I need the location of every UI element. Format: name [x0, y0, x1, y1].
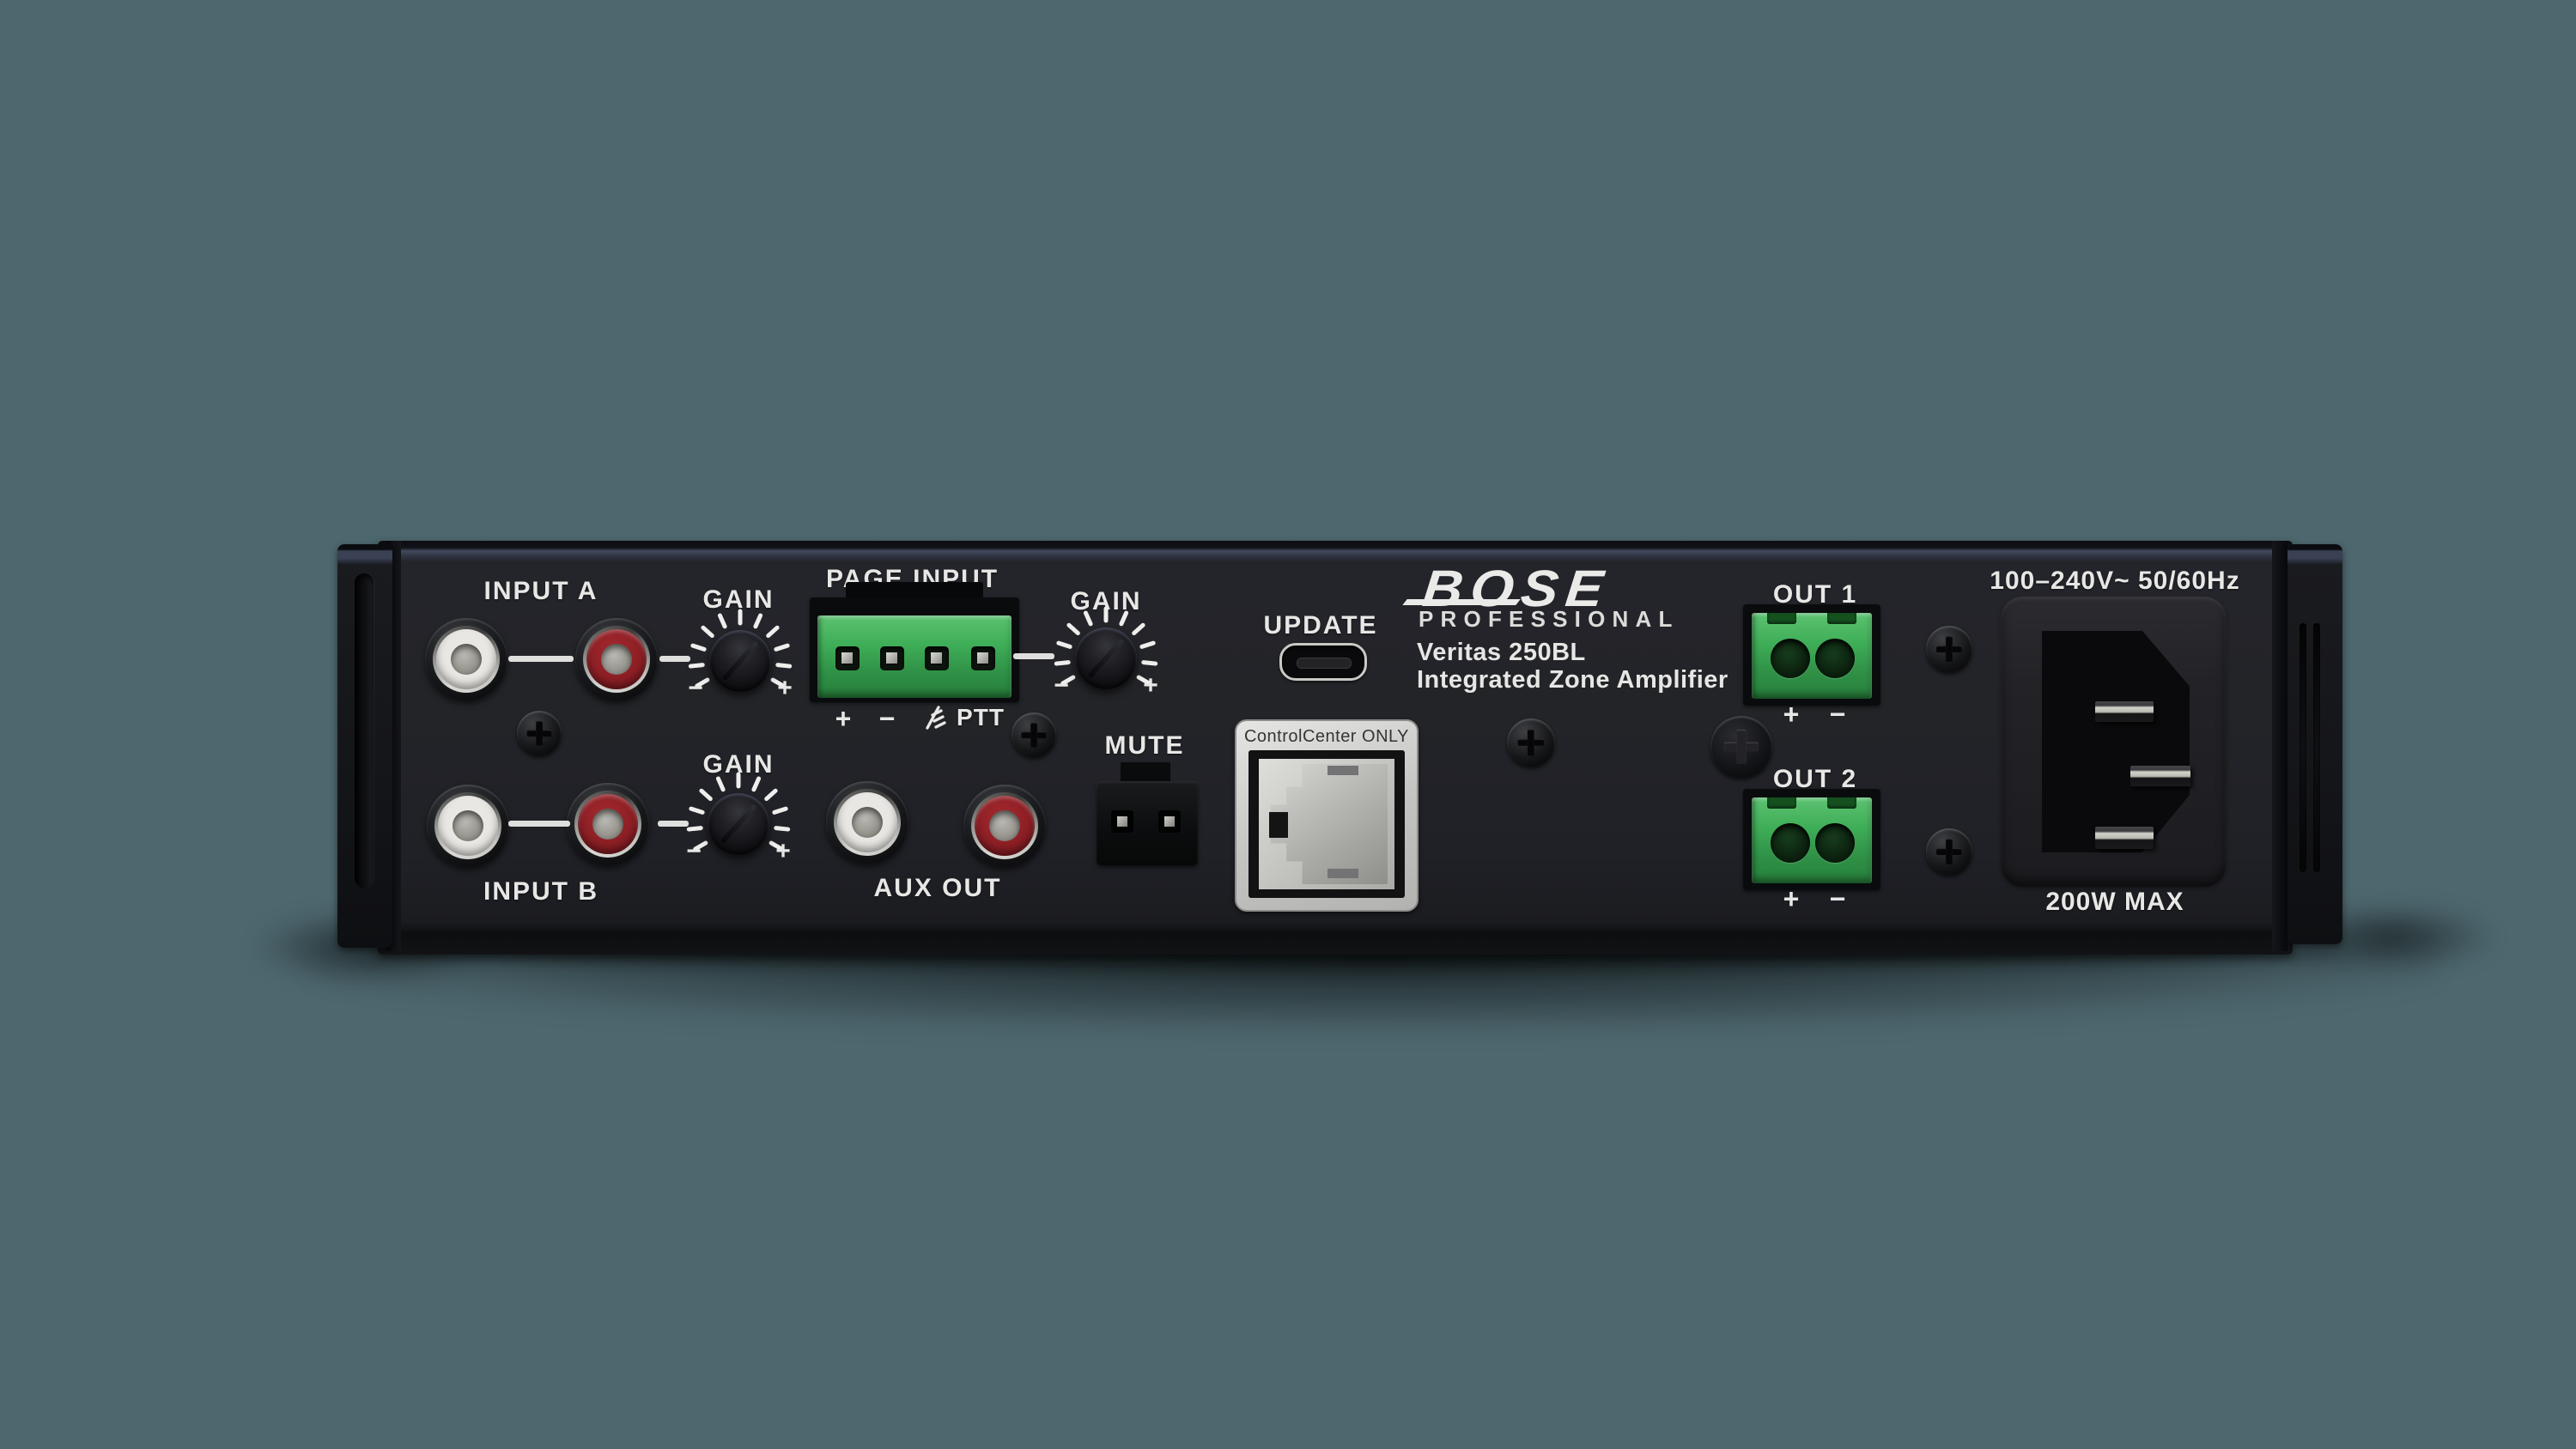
out-2-plus-mark: +	[1774, 883, 1808, 915]
page-input-euroblock	[817, 615, 1012, 698]
rj45-tab	[1327, 766, 1358, 775]
usb-c-slot	[1297, 658, 1352, 669]
terminal-screw	[931, 652, 942, 664]
knob-indicator-slot	[721, 640, 758, 681]
input-b-label: INPUT B	[455, 877, 627, 906]
terminal-tab	[1767, 797, 1796, 809]
power-pin	[2095, 827, 2154, 849]
out-1-plus-mark: +	[1774, 699, 1808, 731]
chassis-ground-icon	[921, 705, 949, 731]
out-1-minus-mark: −	[1820, 699, 1855, 731]
input-a-label: INPUT A	[455, 577, 627, 606]
rj45-tab	[1327, 869, 1358, 878]
knob-body	[708, 793, 769, 855]
wire-port	[1815, 639, 1855, 678]
aux-out-right-rca-jack	[963, 785, 1046, 867]
terminal-screw	[977, 652, 988, 664]
out-2-euroblock	[1752, 797, 1872, 883]
out-1-euroblock	[1752, 613, 1872, 699]
terminal-cap	[846, 582, 983, 599]
power-pin	[2095, 701, 2154, 722]
ptt-label: PTT	[951, 704, 1011, 731]
page-plus-mark: +	[826, 703, 860, 735]
brand-sub-label: PROFESSIONAL	[1419, 606, 1680, 633]
rca-center-hole	[852, 807, 883, 838]
gain-min-mark: −	[681, 837, 707, 866]
rca-center-hole	[592, 809, 623, 840]
mute-pin	[1164, 816, 1175, 827]
panel-content: INPUT A GAIN	[378, 541, 2293, 955]
power-max-label: 200W MAX	[1986, 888, 2244, 917]
knob-indicator-slot	[720, 803, 756, 844]
page-gain-knob	[1046, 598, 1166, 718]
rca-center-hole	[451, 644, 482, 675]
terminal-hole	[971, 646, 995, 670]
rca-center-hole	[601, 644, 632, 675]
terminal-tab	[1827, 613, 1856, 624]
rj45-clip-slot	[1269, 812, 1288, 838]
rack-ear-slot	[2313, 623, 2320, 872]
knob-indicator-slot	[1087, 638, 1124, 678]
power-rating-label: 100–240V~ 50/60Hz	[1986, 567, 2244, 596]
terminal-tab	[1767, 613, 1796, 624]
phillips-screw-icon	[1926, 828, 1972, 875]
amplifier-rear-panel: INPUT A GAIN	[337, 541, 2342, 955]
power-pin	[2130, 766, 2190, 786]
brand-logo-underline	[1402, 599, 1520, 605]
terminal-tab	[1827, 797, 1856, 809]
gain-max-mark: +	[770, 837, 796, 866]
terminal-screw	[841, 652, 853, 664]
rca-center-hole	[453, 810, 483, 841]
gain-min-mark: −	[683, 674, 708, 703]
terminal-hole	[925, 646, 949, 670]
controlcenter-label: ControlCenter ONLY	[1236, 727, 1417, 747]
input-a-left-rca-jack	[425, 618, 507, 700]
mute-label: MUTE	[1076, 731, 1213, 761]
rj45-frame	[1249, 750, 1405, 898]
input-a-right-rca-jack	[575, 618, 658, 700]
update-label: UPDATE	[1252, 611, 1389, 640]
input-a-gain-knob	[680, 601, 800, 721]
gain-min-mark: −	[1048, 671, 1074, 700]
input-b-right-rca-jack	[567, 783, 649, 865]
mute-pin-hole	[1158, 810, 1181, 833]
iec-c14-inlet	[2001, 597, 2227, 887]
knob-body	[709, 630, 771, 692]
phillips-screw-icon	[1012, 712, 1056, 757]
wire-port	[1771, 823, 1810, 863]
usb-c-port	[1279, 643, 1367, 681]
input-b-gain-knob	[678, 764, 799, 884]
model-name: Veritas 250BL	[1417, 639, 1586, 667]
connector-line	[508, 821, 570, 827]
wire-port	[1771, 639, 1810, 678]
gain-max-mark: +	[1138, 671, 1163, 700]
mute-connector	[1097, 781, 1198, 865]
terminal-hole	[880, 646, 904, 670]
phillips-screw-icon	[1926, 626, 1972, 672]
right-rack-ear	[2287, 544, 2342, 944]
rack-ear-slot	[2300, 623, 2306, 872]
connector-line	[508, 656, 574, 662]
phillips-screw-icon	[1507, 718, 1555, 767]
input-b-left-rca-jack	[427, 785, 509, 867]
rack-ear-slot	[355, 573, 374, 888]
phillips-screw-icon	[517, 711, 562, 755]
rj45-inner-plate	[1259, 759, 1394, 889]
aux-out-left-rca-jack	[826, 781, 908, 864]
knob-body	[1075, 627, 1137, 689]
mute-pin-hole	[1111, 810, 1133, 833]
terminal-screw	[886, 652, 897, 664]
wire-port	[1815, 823, 1855, 863]
rca-center-hole	[989, 810, 1020, 841]
mute-pin	[1117, 816, 1127, 827]
iec-inlet-cutout	[2042, 631, 2190, 852]
page-minus-mark: −	[870, 703, 904, 735]
model-descriptor: Integrated Zone Amplifier	[1417, 666, 1728, 694]
terminal-hole	[835, 646, 860, 670]
out-2-minus-mark: −	[1820, 883, 1855, 915]
product-photo-stage: INPUT A GAIN	[0, 0, 2576, 1449]
gain-max-mark: +	[772, 674, 798, 703]
controlcenter-plate: ControlCenter ONLY	[1235, 719, 1419, 912]
aux-out-label: AUX OUT	[852, 874, 1024, 903]
